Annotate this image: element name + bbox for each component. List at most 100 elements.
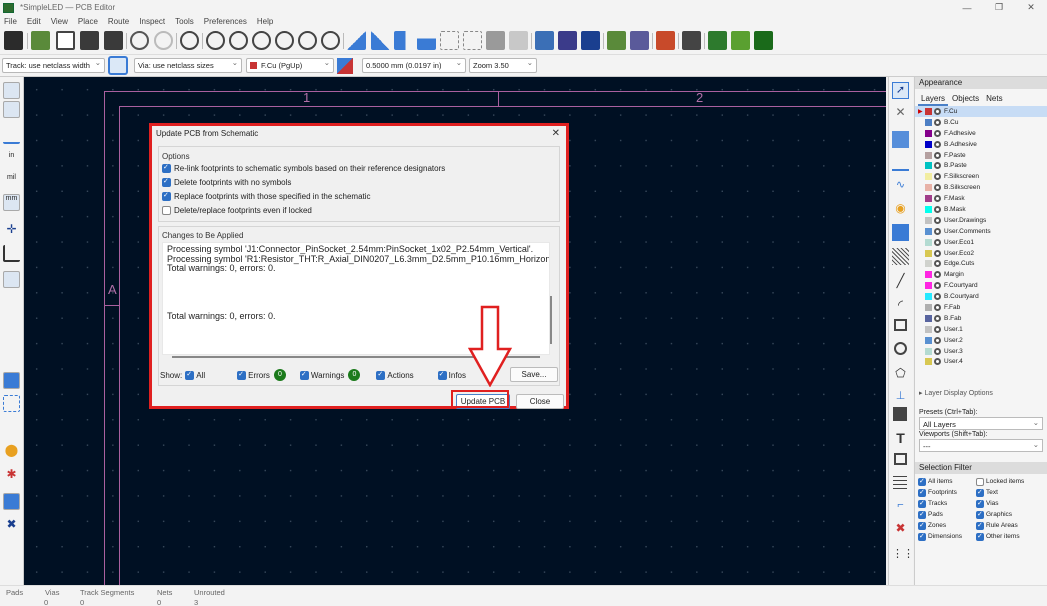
mil-icon[interactable]: mil (3, 174, 20, 191)
checkbox[interactable] (976, 499, 984, 508)
close-window-button[interactable]: ✕ (1015, 0, 1047, 15)
add-text-icon[interactable]: T (892, 430, 909, 447)
track-width-select[interactable]: Track: use netclass width (2, 58, 105, 73)
layer-row[interactable]: B.Mask (915, 204, 1047, 215)
add-table-icon[interactable] (893, 475, 907, 489)
mm-icon[interactable]: mm (3, 194, 20, 211)
layer-color-swatch[interactable] (925, 184, 932, 192)
zoom-selection-icon[interactable] (321, 31, 340, 50)
layer-row[interactable]: B.Cu (915, 117, 1047, 128)
option-delete-locked[interactable]: Delete/replace footprints even if locked (162, 206, 312, 215)
visibility-eye-icon[interactable] (934, 129, 941, 137)
redo-icon[interactable] (154, 31, 173, 50)
checkbox[interactable] (976, 510, 984, 519)
visibility-eye-icon[interactable] (934, 325, 941, 333)
selection-filter-item[interactable]: Locked items (976, 476, 1046, 487)
layer-color-swatch[interactable] (925, 303, 932, 311)
filter-all-checkbox[interactable] (185, 370, 195, 380)
layer-row[interactable]: User.3 (915, 346, 1047, 357)
layer-display-options-toggle[interactable]: ▸ Layer Display Options (915, 389, 1047, 401)
checkbox[interactable] (918, 499, 926, 508)
visibility-eye-icon[interactable] (934, 358, 941, 366)
layer-color-swatch[interactable] (925, 282, 932, 290)
draw-circle-icon[interactable] (894, 342, 907, 355)
refresh-icon[interactable] (206, 31, 225, 50)
checkbox[interactable] (918, 510, 926, 519)
lock-icon[interactable] (486, 31, 505, 50)
visibility-eye-icon[interactable] (934, 260, 941, 268)
layer-color-swatch[interactable] (925, 107, 932, 115)
dialog-close-icon[interactable]: ✕ (552, 128, 560, 139)
visibility-eye-icon[interactable] (934, 216, 941, 224)
tab-objects[interactable]: Objects (949, 93, 982, 106)
visibility-eye-icon[interactable] (934, 336, 941, 344)
print-icon[interactable] (80, 31, 99, 50)
visibility-eye-icon[interactable] (934, 238, 941, 246)
ratsnest-icon[interactable] (3, 271, 20, 288)
schematic-editor-icon[interactable] (656, 31, 675, 50)
messages-vscroll[interactable] (550, 296, 552, 344)
layer-color-swatch[interactable] (925, 216, 932, 224)
selection-filter-item[interactable]: Pads (918, 509, 976, 520)
filter-warnings-checkbox[interactable] (299, 370, 309, 380)
visibility-eye-icon[interactable] (934, 271, 941, 279)
layer-row[interactable]: B.Courtyard (915, 291, 1047, 302)
page-settings-icon[interactable] (56, 31, 75, 50)
layer-row[interactable]: Edge.Cuts (915, 258, 1047, 269)
axis-icon[interactable] (3, 245, 20, 262)
visibility-eye-icon[interactable] (934, 314, 941, 322)
maximize-button[interactable]: ❐ (983, 0, 1015, 15)
checkbox[interactable] (162, 163, 171, 173)
group-icon[interactable] (440, 31, 459, 50)
layer-row[interactable]: B.Paste (915, 160, 1047, 171)
vias-outline-icon[interactable] (3, 344, 20, 361)
tab-nets[interactable]: Nets (983, 93, 1005, 106)
presets-select[interactable]: All Layers (919, 417, 1043, 431)
layer-row[interactable]: ▶ F.Cu (915, 106, 1047, 117)
layer-row[interactable]: F.Paste (915, 150, 1047, 161)
selection-filter-item[interactable]: Rule Areas (976, 520, 1046, 531)
checkbox[interactable] (976, 488, 984, 497)
select-icon[interactable]: ➚ (892, 82, 909, 99)
checkbox[interactable] (162, 206, 171, 215)
layer-color-swatch[interactable] (925, 227, 932, 235)
viewports-select[interactable]: --- (919, 439, 1043, 453)
polar-icon[interactable] (3, 101, 20, 118)
highcontrast-icon[interactable] (3, 395, 20, 412)
visibility-eye-icon[interactable] (934, 184, 941, 192)
add-image-icon[interactable] (893, 407, 907, 421)
visibility-eye-icon[interactable] (934, 227, 941, 235)
rotate-cw-icon[interactable] (371, 31, 390, 50)
layer-color-swatch[interactable] (925, 162, 932, 170)
checkbox[interactable] (162, 191, 171, 201)
mirror-v-icon[interactable] (417, 31, 436, 50)
tools-icon[interactable]: ✖ (3, 517, 20, 534)
visibility-eye-icon[interactable] (934, 293, 941, 301)
grid-select[interactable]: 0.5000 mm (0.0197 in) (362, 58, 466, 73)
option-delete-footprints[interactable]: Delete footprints with no symbols (162, 177, 291, 187)
layer-color-swatch[interactable] (925, 347, 932, 355)
selection-filter-item[interactable]: Tracks (918, 498, 976, 509)
menu-view[interactable]: View (51, 17, 68, 26)
menu-route[interactable]: Route (108, 17, 129, 26)
layers-panel-icon[interactable] (3, 493, 20, 510)
auto-track-width-icon[interactable] (108, 56, 128, 75)
zoom-in-icon[interactable] (229, 31, 248, 50)
zones-icon[interactable] (3, 372, 20, 389)
layer-row[interactable]: Margin (915, 269, 1047, 280)
layer-color-swatch[interactable] (925, 325, 932, 333)
visibility-eye-icon[interactable] (934, 347, 941, 355)
dimension-grid-icon[interactable]: ⋮⋮ (892, 547, 914, 564)
visibility-eye-icon[interactable] (934, 303, 941, 311)
layer-color-swatch[interactable] (925, 195, 932, 203)
layer-color-swatch[interactable] (925, 173, 932, 181)
layer-row[interactable]: F.Adhesive (915, 128, 1047, 139)
selection-filter-item[interactable]: Vias (976, 498, 1046, 509)
close-dialog-button[interactable]: Close (516, 394, 564, 409)
footprint-editor-icon[interactable] (581, 31, 600, 50)
checkbox[interactable] (976, 532, 984, 541)
layer-row[interactable]: F.Courtyard (915, 280, 1047, 291)
grid-icon[interactable] (3, 82, 20, 99)
layer-row[interactable]: User.Eco1 (915, 237, 1047, 248)
add-footprint-icon[interactable] (892, 224, 909, 241)
